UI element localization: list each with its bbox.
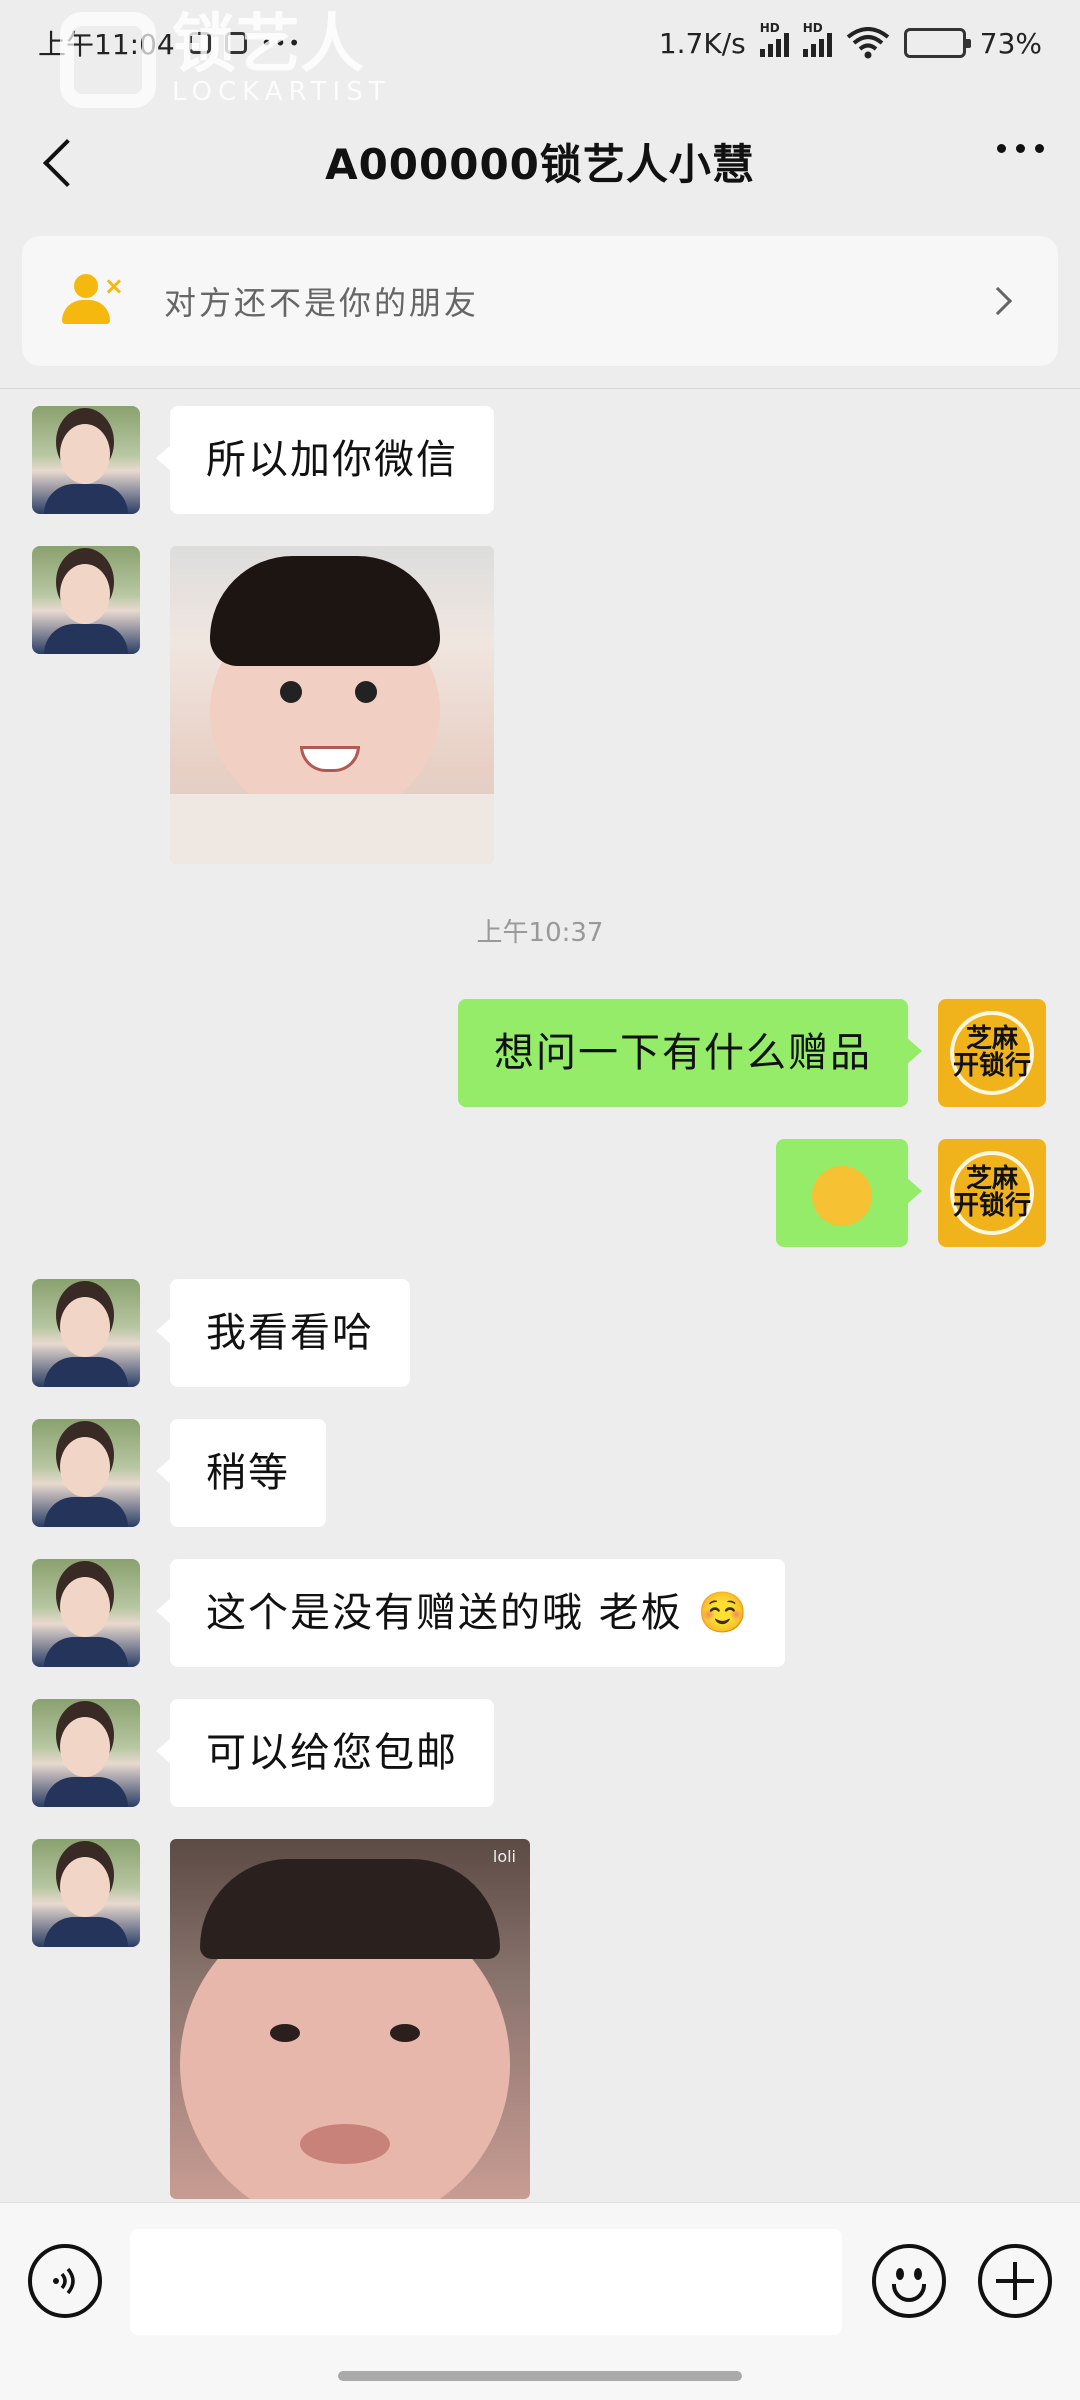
message-incoming-sticker: loli [32,1839,530,2199]
message-incoming: 这个是没有赠送的哦 老板 ☺️ [32,1559,786,1667]
message-bubble[interactable]: 想问一下有什么赠品 [458,999,922,1107]
sticker-watermark: loli [492,1847,516,1866]
chat-title: A000000锁艺人小慧 [325,139,755,189]
contact-avatar[interactable] [32,1699,140,1807]
home-indicator[interactable] [338,2371,742,2381]
nav-bar: A000000锁艺人小慧 [0,86,1080,236]
contact-avatar[interactable] [32,1419,140,1527]
my-avatar[interactable]: 芝麻 开锁行 [938,999,1046,1107]
more-notifications-icon: ••• [260,31,303,55]
message-incoming-sticker [32,546,494,864]
status-left: 上午11:04 ••• [38,23,302,63]
message-bubble[interactable]: 我看看哈 [156,1279,410,1387]
message-input[interactable] [130,2229,842,2335]
battery-icon [903,28,971,58]
emoji-button[interactable] [872,2244,946,2318]
contact-avatar[interactable] [32,1559,140,1667]
wifi-icon [846,27,890,59]
message-incoming: 稍等 [32,1419,326,1527]
message-bubble[interactable]: 稍等 [156,1419,326,1527]
emoji-bubble[interactable] [776,1139,922,1247]
message-outgoing-emoji: 芝麻 开锁行 [776,1139,1046,1247]
app-icon [224,32,247,54]
not-friend-banner[interactable]: × 对方还不是你的朋友 [22,236,1058,366]
contact-avatar[interactable] [32,406,140,514]
more-options-button[interactable] [997,144,1044,153]
baby-smile-sticker[interactable] [170,546,494,864]
baby-sad-sticker[interactable]: loli [170,1839,530,2199]
not-friend-text: 对方还不是你的朋友 [164,284,480,322]
input-bar [0,2202,1080,2400]
voice-icon [53,2267,75,2295]
status-right: 1.7K/s HD HD 73% [658,21,1042,60]
notification-icon [188,32,211,54]
message-incoming: 所以加你微信 [32,406,494,514]
message-outgoing: 想问一下有什么赠品 芝麻 开锁行 [458,999,1046,1107]
message-bubble[interactable]: 这个是没有赠送的哦 老板 ☺️ [155,1559,786,1667]
message-timestamp: 上午10:37 [476,918,604,948]
message-bubble[interactable]: 所以加你微信 [156,406,494,514]
message-text: 这个是没有赠送的哦 老板 [206,1590,683,1636]
battery-percent: 73% [979,26,1042,60]
contact-avatar[interactable] [32,1839,140,1947]
more-actions-button[interactable] [978,2244,1052,2318]
voice-input-button[interactable] [28,2244,102,2318]
message-incoming: 可以给您包邮 [32,1699,494,1807]
message-bubble[interactable]: 可以给您包邮 [156,1699,494,1807]
divider [0,388,1080,389]
network-speed: 1.7K/s [658,26,746,60]
contact-avatar[interactable] [32,546,140,654]
wink-emoji-icon [812,1166,872,1226]
clock: 上午11:04 [38,28,175,61]
my-avatar[interactable]: 芝麻 开锁行 [938,1139,1046,1247]
contact-avatar[interactable] [32,1279,140,1387]
blush-emoji-icon: ☺️ [697,1590,750,1636]
signal-icon-2: HD [802,21,832,57]
status-bar: 上午11:04 ••• 1.7K/s HD HD 73% [0,0,1080,86]
message-incoming: 我看看哈 [32,1279,410,1387]
signal-icon: HD [759,21,789,57]
chevron-right-icon [983,286,1013,316]
back-button[interactable] [36,134,86,194]
user-remove-icon: × [62,272,124,328]
